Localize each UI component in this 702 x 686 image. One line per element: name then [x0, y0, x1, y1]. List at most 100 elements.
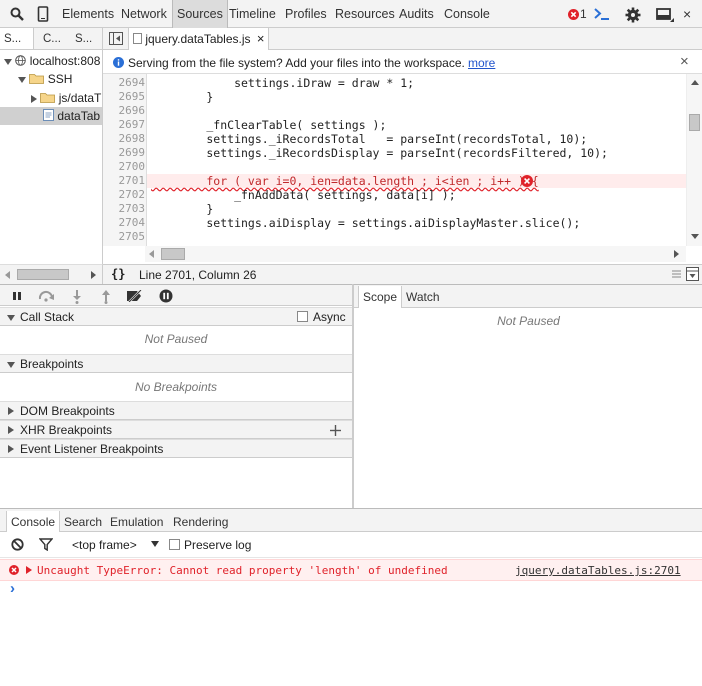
console-error-message[interactable]: Uncaught TypeError: Cannot read property…	[0, 559, 702, 581]
line-number[interactable]: 2694	[103, 76, 146, 89]
tab-timeline[interactable]: Timeline	[229, 0, 276, 28]
section-title: XHR Breakpoints	[20, 423, 113, 437]
line-number[interactable]: 2698	[103, 132, 146, 145]
call-stack-section-header[interactable]: Call Stack Async	[0, 307, 352, 326]
scroll-left-icon[interactable]	[149, 250, 154, 258]
step-over-icon[interactable]	[38, 290, 56, 302]
error-marker-icon[interactable]	[521, 175, 533, 187]
tree-item-label: js/dataT	[58, 91, 102, 105]
frame-selector[interactable]: <top frame>	[72, 538, 137, 552]
tab-sources[interactable]: Sources	[172, 0, 228, 28]
line-number[interactable]: 2700	[103, 160, 146, 173]
triangle-down-icon	[7, 362, 15, 368]
scroll-thumb[interactable]	[17, 269, 69, 280]
section-title: Event Listener Breakpoints	[20, 442, 164, 456]
tree-item-datatables-file[interactable]: dataTab	[0, 107, 102, 125]
expand-error-icon[interactable]	[26, 566, 32, 574]
tab-resources[interactable]: Resources	[335, 0, 395, 28]
drawer-tab-console[interactable]: Console	[6, 511, 61, 532]
xhr-breakpoints-section-header[interactable]: XHR Breakpoints	[0, 420, 352, 439]
breakpoints-section-header[interactable]: Breakpoints	[0, 354, 352, 373]
scroll-up-icon[interactable]	[691, 80, 699, 85]
frame-dropdown-icon[interactable]	[151, 541, 159, 547]
pause-icon[interactable]	[12, 291, 22, 301]
event-listener-breakpoints-section-header[interactable]: Event Listener Breakpoints	[0, 439, 352, 458]
tab-scope[interactable]: Scope	[358, 286, 403, 308]
navigator-tab-sources[interactable]: S...	[0, 28, 34, 49]
preserve-log-label[interactable]: Preserve log	[184, 538, 251, 552]
line-number[interactable]: 2697	[103, 118, 146, 131]
tab-elements[interactable]: Elements	[62, 0, 114, 28]
scroll-down-icon[interactable]	[691, 234, 699, 239]
show-console-drawer-icon[interactable]	[686, 267, 699, 281]
scroll-left-icon[interactable]	[5, 271, 10, 279]
line-number[interactable]: 2696	[103, 104, 146, 117]
drawer-tab-rendering[interactable]: Rendering	[173, 511, 228, 532]
cursor-position: Line 2701, Column 26	[139, 268, 257, 282]
device-mode-icon[interactable]	[37, 6, 49, 22]
navigator-horizontal-scrollbar[interactable]	[0, 264, 103, 284]
code-line: }	[151, 202, 214, 216]
async-label[interactable]: Async	[313, 308, 346, 327]
close-tab-button[interactable]: ×	[257, 31, 265, 46]
add-xhr-breakpoint-icon[interactable]	[330, 425, 341, 436]
navigator-tab-snippets[interactable]: S...	[75, 28, 92, 49]
tab-profiles[interactable]: Profiles	[285, 0, 327, 28]
editor-vertical-scrollbar[interactable]	[686, 74, 702, 246]
tab-network[interactable]: Network	[121, 0, 167, 28]
tab-console[interactable]: Console	[444, 0, 490, 28]
gear-icon[interactable]	[625, 7, 641, 23]
tree-item-ssh[interactable]: SSH	[18, 70, 72, 88]
tab-audits[interactable]: Audits	[399, 0, 434, 28]
console-toolbar: <top frame> Preserve log	[0, 532, 702, 558]
editor-horizontal-scrollbar[interactable]	[145, 246, 686, 262]
step-out-icon[interactable]	[101, 289, 111, 304]
console-drawer-icon[interactable]	[594, 8, 610, 21]
filter-icon[interactable]	[39, 538, 53, 551]
clear-console-icon[interactable]	[11, 538, 24, 551]
console-prompt[interactable]: ›	[10, 580, 15, 597]
pretty-print-button[interactable]: {}	[111, 267, 125, 281]
deactivate-breakpoints-icon[interactable]	[126, 290, 144, 302]
toggle-debugger-sidebar-icon[interactable]	[671, 268, 682, 280]
infobar-more-link[interactable]: more	[468, 56, 495, 70]
line-number[interactable]: 2703	[103, 202, 146, 215]
code-line: }	[151, 90, 214, 104]
scroll-right-icon[interactable]	[91, 271, 96, 279]
pause-on-exceptions-icon[interactable]	[159, 289, 173, 303]
drawer-tab-emulation[interactable]: Emulation	[110, 511, 163, 532]
dom-breakpoints-section-header[interactable]: DOM Breakpoints	[0, 401, 352, 420]
line-number[interactable]: 2699	[103, 146, 146, 159]
scroll-thumb[interactable]	[161, 248, 185, 260]
tree-item-js-folder[interactable]: js/dataT	[31, 89, 101, 107]
line-number[interactable]: 2706	[103, 244, 146, 246]
close-devtools-button[interactable]: ×	[683, 0, 691, 28]
line-number[interactable]: 2705	[103, 230, 146, 243]
line-number[interactable]: 2702	[103, 188, 146, 201]
code-editor[interactable]: 2694 2695 2696 2697 2698 2699 2700 2701 …	[103, 74, 686, 246]
console-prompt-area[interactable]: ›	[0, 580, 702, 686]
line-number[interactable]: 2701	[103, 174, 146, 187]
tab-watch[interactable]: Watch	[406, 286, 440, 308]
preserve-log-checkbox[interactable]	[169, 539, 180, 550]
step-into-icon[interactable]	[72, 289, 82, 304]
toggle-navigator-icon[interactable]	[109, 32, 123, 45]
line-number[interactable]: 2695	[103, 90, 146, 103]
folder-icon	[29, 74, 45, 84]
navigator-tab-content-scripts[interactable]: C...	[43, 28, 61, 49]
triangle-down-icon	[18, 76, 26, 83]
search-icon[interactable]	[10, 7, 24, 21]
editor-file-tab[interactable]: jquery.dataTables.js ×	[128, 28, 270, 50]
error-count-icon[interactable]	[568, 9, 579, 20]
dock-side-icon[interactable]	[656, 8, 674, 22]
scroll-thumb[interactable]	[689, 114, 700, 131]
close-infobar-button[interactable]: ×	[680, 53, 689, 70]
drawer-tab-search[interactable]: Search	[64, 511, 102, 532]
error-count[interactable]: 1	[580, 0, 587, 28]
tree-item-localhost[interactable]: localhost:808	[4, 52, 100, 70]
line-number[interactable]: 2704	[103, 216, 146, 229]
error-source-link[interactable]: jquery.dataTables.js:2701	[515, 564, 681, 577]
workspace-infobar: Serving from the file system? Add your f…	[103, 52, 702, 74]
scroll-right-icon[interactable]	[674, 250, 679, 258]
async-checkbox[interactable]	[297, 311, 308, 322]
